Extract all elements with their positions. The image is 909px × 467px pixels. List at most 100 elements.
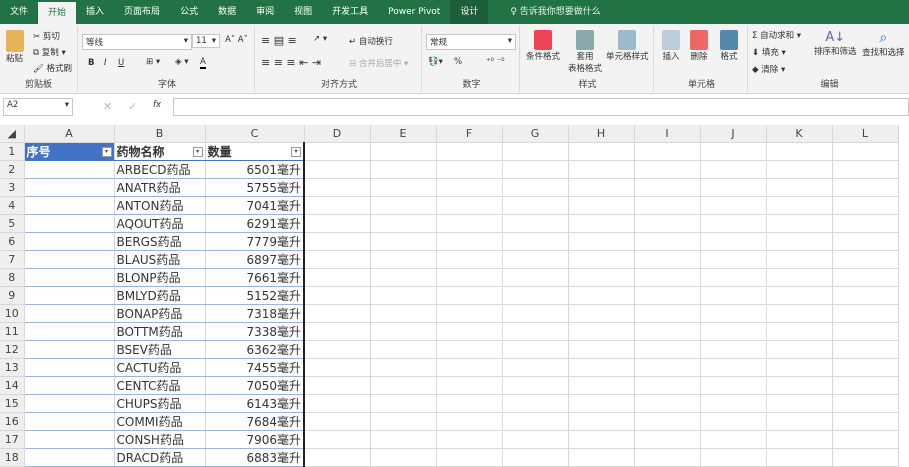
cell[interactable] <box>436 340 503 359</box>
cell[interactable] <box>766 358 833 377</box>
cell[interactable] <box>634 232 701 251</box>
number-format-select[interactable]: 常规 ▾ <box>426 34 516 50</box>
column-header[interactable]: I <box>634 125 701 143</box>
column-header[interactable]: G <box>502 125 569 143</box>
row-header[interactable]: 12 <box>0 340 25 359</box>
paste-button[interactable]: 粘贴 <box>6 30 24 64</box>
cell[interactable] <box>568 448 635 467</box>
cell[interactable] <box>502 178 569 197</box>
cell[interactable] <box>634 178 701 197</box>
cell[interactable] <box>24 340 115 359</box>
cell[interactable] <box>502 394 569 413</box>
drug-name-cell[interactable]: BLONP药品 <box>114 268 206 287</box>
tab-4[interactable]: 公式 <box>170 0 208 24</box>
cell[interactable] <box>436 358 503 377</box>
drug-name-cell[interactable]: CACTU药品 <box>114 358 206 377</box>
cell[interactable] <box>700 376 767 395</box>
quantity-cell[interactable]: 7041毫升 <box>205 196 305 215</box>
cell[interactable] <box>568 232 635 251</box>
cell[interactable] <box>832 178 899 197</box>
drug-name-cell[interactable]: DRACD药品 <box>114 448 206 467</box>
row-header[interactable]: 6 <box>0 232 25 251</box>
cell[interactable] <box>634 322 701 341</box>
cell[interactable] <box>766 322 833 341</box>
cell[interactable] <box>766 448 833 467</box>
merge-center-button[interactable]: ⊟ 合并后居中 ▾ <box>349 57 408 69</box>
cell[interactable] <box>700 268 767 287</box>
column-header[interactable]: H <box>568 125 635 143</box>
row-header[interactable]: 1 <box>0 142 25 161</box>
column-header[interactable]: K <box>766 125 833 143</box>
drug-name-cell[interactable]: ANATR药品 <box>114 178 206 197</box>
tab-7[interactable]: 视图 <box>284 0 322 24</box>
cell[interactable] <box>436 232 503 251</box>
fill-button[interactable]: ⬇ 填充 ▾ <box>752 46 786 58</box>
tab-3[interactable]: 页面布局 <box>114 0 170 24</box>
cell[interactable] <box>832 448 899 467</box>
cell[interactable] <box>832 304 899 323</box>
cell[interactable] <box>634 430 701 449</box>
cell[interactable] <box>304 268 371 287</box>
column-header[interactable]: E <box>370 125 437 143</box>
cell[interactable] <box>304 286 371 305</box>
cell[interactable] <box>370 322 437 341</box>
cell[interactable] <box>700 196 767 215</box>
cell[interactable] <box>24 178 115 197</box>
clear-button[interactable]: ◆ 清除 ▾ <box>752 63 785 75</box>
row-header[interactable]: 14 <box>0 376 25 395</box>
horizontal-align-buttons[interactable]: ≡ ≡ ≡ ⇤ ⇥ <box>261 56 321 69</box>
cell[interactable] <box>370 160 437 179</box>
font-color-button[interactable]: A <box>200 57 206 69</box>
cell[interactable] <box>832 160 899 179</box>
cell[interactable] <box>766 304 833 323</box>
cell[interactable] <box>304 232 371 251</box>
row-header[interactable]: 5 <box>0 214 25 233</box>
cell[interactable] <box>634 304 701 323</box>
cell[interactable] <box>634 412 701 431</box>
header-cell-name[interactable]: 药物名称 ▾ <box>114 142 206 161</box>
cell-styles-button[interactable]: 单元格样式 <box>606 30 649 62</box>
cell[interactable] <box>634 448 701 467</box>
cell[interactable] <box>700 214 767 233</box>
cell[interactable] <box>24 286 115 305</box>
cell[interactable] <box>436 286 503 305</box>
cell[interactable] <box>568 358 635 377</box>
cell[interactable] <box>634 286 701 305</box>
cell[interactable] <box>634 250 701 269</box>
cell[interactable] <box>304 394 371 413</box>
cell[interactable] <box>24 268 115 287</box>
quantity-cell[interactable]: 7906毫升 <box>205 430 305 449</box>
drug-name-cell[interactable]: BMLYD药品 <box>114 286 206 305</box>
filter-dropdown-icon[interactable]: ▾ <box>101 147 112 157</box>
drug-name-cell[interactable]: COMMI药品 <box>114 412 206 431</box>
cell[interactable] <box>634 160 701 179</box>
cell[interactable] <box>766 250 833 269</box>
cell[interactable] <box>634 340 701 359</box>
drug-name-cell[interactable]: ANTON药品 <box>114 196 206 215</box>
cell[interactable] <box>24 412 115 431</box>
cell[interactable] <box>24 214 115 233</box>
cell[interactable] <box>700 160 767 179</box>
cell[interactable] <box>700 394 767 413</box>
cell[interactable] <box>436 196 503 215</box>
cell[interactable] <box>568 304 635 323</box>
cell[interactable] <box>24 322 115 341</box>
cell[interactable] <box>832 268 899 287</box>
tab-0[interactable]: 文件 <box>0 0 38 24</box>
cell[interactable] <box>436 412 503 431</box>
name-box[interactable]: A2 ▾ <box>3 98 73 116</box>
wrap-text-button[interactable]: ↵ 自动换行 <box>349 35 393 47</box>
cell[interactable] <box>568 430 635 449</box>
cell[interactable] <box>634 142 701 161</box>
cell[interactable] <box>832 232 899 251</box>
find-select-button[interactable]: ⌕ 查找和选择 <box>862 30 905 58</box>
cell[interactable] <box>436 322 503 341</box>
cell[interactable] <box>436 160 503 179</box>
column-header[interactable]: J <box>700 125 767 143</box>
tab-1[interactable]: 开始 <box>38 2 77 24</box>
cell[interactable] <box>700 304 767 323</box>
insert-cells-button[interactable]: 插入 <box>662 30 680 62</box>
cell[interactable] <box>700 178 767 197</box>
row-header[interactable]: 11 <box>0 322 25 341</box>
cell[interactable] <box>304 250 371 269</box>
